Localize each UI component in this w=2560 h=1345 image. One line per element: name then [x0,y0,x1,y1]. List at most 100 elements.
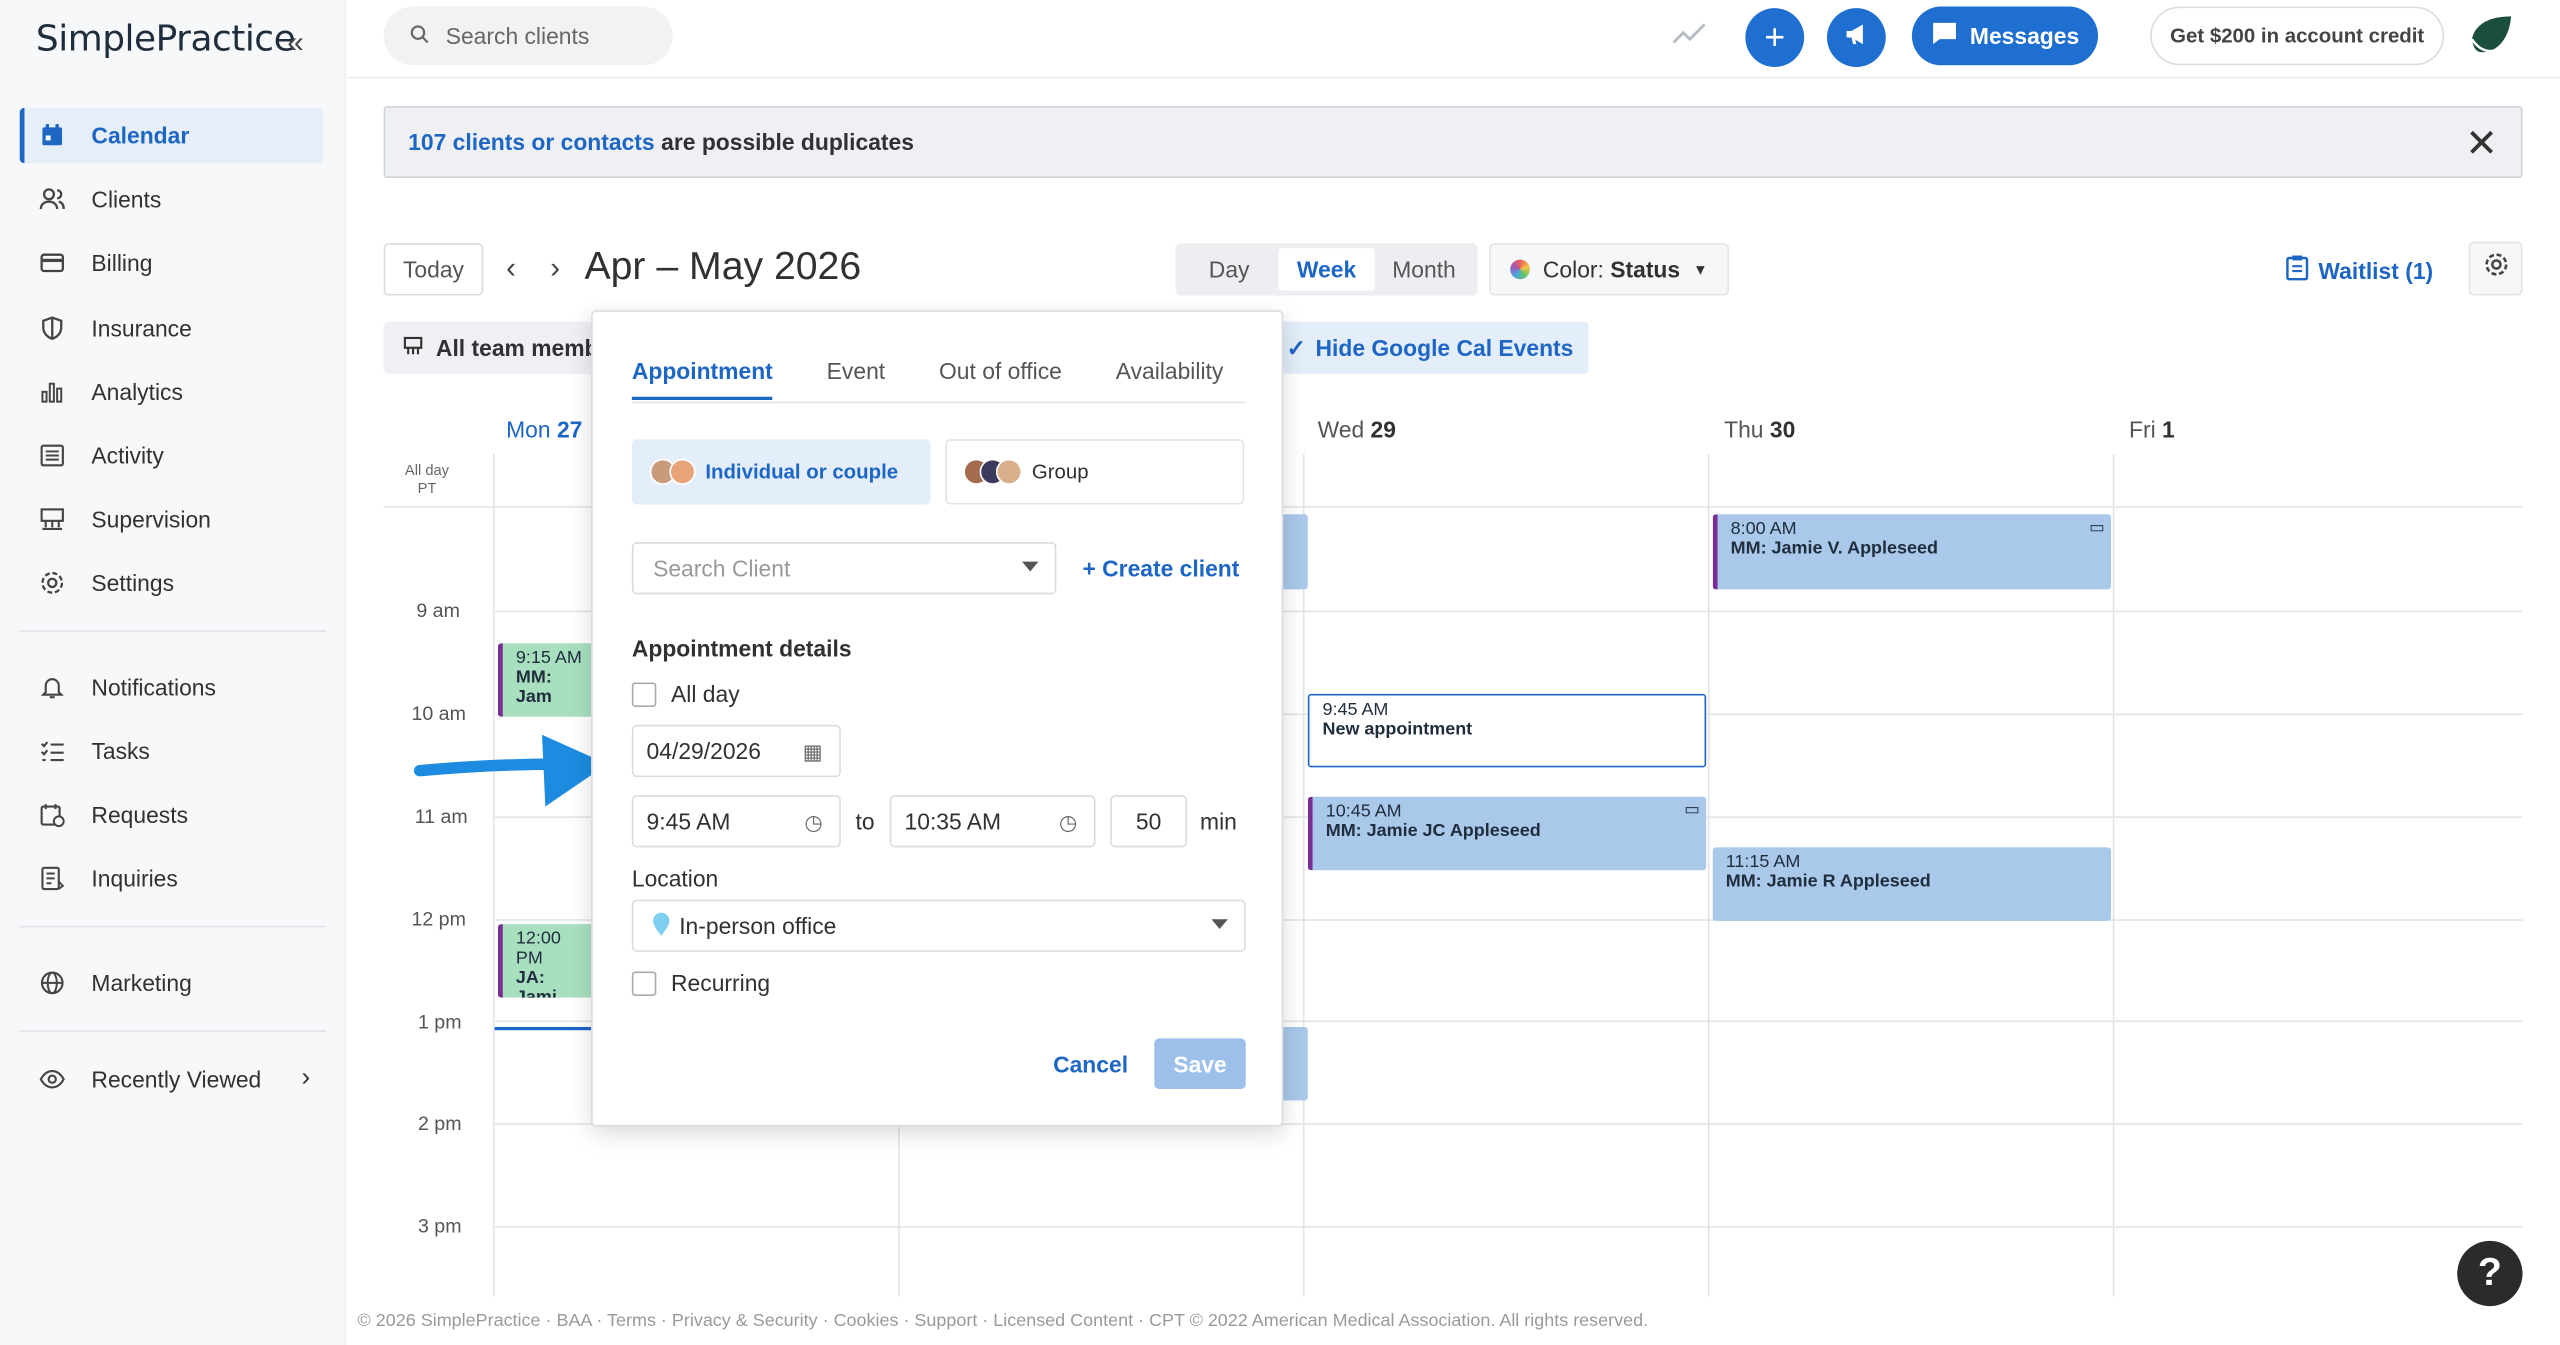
sidebar-item-label: Requests [91,801,189,828]
sidebar-item-inquiries[interactable]: Inquiries [20,851,324,907]
eye-icon [36,1063,69,1096]
search-input[interactable]: Search clients [383,6,673,66]
close-icon[interactable]: ✕ [2465,121,2498,168]
view-month-button[interactable]: Month [1375,248,1472,290]
checklist-icon [36,735,69,768]
sidebar-item-recently-viewed[interactable]: Recently Viewed › [20,1051,324,1107]
day-header-thu[interactable]: Thu 30 [1724,416,1795,442]
appointment-event[interactable] [1281,514,1308,590]
duplicates-banner: 107 clients or contacts are possible dup… [383,106,2523,178]
bell-icon [36,671,69,704]
date-range-title: Apr – May 2026 [584,244,862,289]
day-name: Mon [506,416,551,443]
sidebar-item-insurance[interactable]: Insurance [20,300,324,356]
today-button[interactable]: Today [383,243,484,296]
chevron-left-icon[interactable]: ‹ [506,251,516,285]
sidebar-item-label: Inquiries [91,865,178,892]
search-client-select[interactable]: Search Client [631,542,1057,595]
help-button[interactable]: ? [2457,1240,2523,1307]
event-time: 9:15 AM [515,648,582,668]
sidebar-item-marketing[interactable]: Marketing [20,955,324,1011]
all-day-label: All day PT [404,462,450,497]
video-icon: ▭ [1684,801,1700,820]
popover-tabs: Appointment Event Out of office Availabi… [631,358,1224,401]
search-placeholder: Search clients [445,22,590,49]
sidebar-item-notifications[interactable]: Notifications [20,660,324,716]
top-bar: Search clients + Messages Get $200 in ac… [346,0,2560,79]
sidebar-item-supervision[interactable]: Supervision [20,491,324,547]
recurring-checkbox[interactable] [631,971,657,996]
date-field[interactable]: 04/29/2026 ▦ [631,724,841,778]
appointment-event[interactable]: 8:00 AM MM: Jamie V. Appleseed ▭ [1712,514,2112,590]
sidebar-item-calendar[interactable]: Calendar [19,107,324,164]
duration-field[interactable]: 50 [1110,795,1187,848]
duration-unit: min [1200,808,1237,835]
color-wheel-icon [1510,259,1530,280]
add-button[interactable]: + [1745,8,1805,67]
collapse-sidebar-icon[interactable]: « [287,26,303,60]
date-value: 04/29/2026 [646,737,761,765]
grid-line [2112,453,2115,1297]
caret-down-icon [1211,919,1228,930]
messages-button[interactable]: Messages [1911,6,2099,66]
calendar-settings-button[interactable] [2468,241,2523,296]
sidebar-item-activity[interactable]: Activity [20,428,324,484]
duplicates-link[interactable]: 107 clients or contacts [408,129,654,155]
sidebar-item-tasks[interactable]: Tasks [20,723,324,779]
appointment-event[interactable]: 10:45 AM MM: Jamie JC Appleseed ▭ [1307,796,1707,871]
cancel-button[interactable]: Cancel [1053,1051,1128,1077]
trend-icon[interactable] [1672,18,1708,52]
sidebar-item-analytics[interactable]: Analytics [20,364,324,420]
event-title: MM: Jamie R Appleseed [1725,871,1931,892]
day-header-wed[interactable]: Wed 29 [1318,416,1396,442]
app-logo[interactable]: SimplePractice [36,20,296,61]
color-label: Color: [1542,256,1604,283]
user-avatar-leaf-icon[interactable] [2465,10,2517,62]
sidebar-item-settings[interactable]: Settings [20,555,324,611]
sidebar-item-label: Activity [91,442,164,469]
clipboard-icon [2286,255,2309,286]
announcements-button[interactable] [1826,8,1886,67]
save-button[interactable]: Save [1154,1038,1246,1090]
tab-event[interactable]: Event [827,358,885,400]
group-button[interactable]: Group [945,439,1245,505]
calendar-plus-icon [36,798,69,831]
duration-value: 50 [1135,808,1162,835]
chevron-right-icon[interactable]: › [550,251,560,285]
end-time-field[interactable]: 10:35 AM ◷ [889,795,1096,848]
footer-text: © 2026 SimplePractice · BAA · Terms · Pr… [357,1311,1649,1331]
sidebar-item-clients[interactable]: Clients [20,171,324,227]
account-credit-button[interactable]: Get $200 in account credit [2150,6,2445,66]
hide-google-cal-toggle[interactable]: ✓ Hide Google Cal Events [1270,321,1589,374]
tab-out-of-office[interactable]: Out of office [939,358,1062,400]
new-appointment-event[interactable]: 9:45 AM New appointment [1307,693,1707,768]
appointment-event[interactable]: 12:00 PM JA: Jami [497,924,596,998]
hour-label: 9 am [416,599,460,623]
event-time: 11:15 AM [1725,852,1801,872]
appointment-event[interactable]: 9:15 AM MM: Jam [497,643,596,717]
view-week-button[interactable]: Week [1277,248,1376,291]
sidebar-item-requests[interactable]: Requests [20,787,324,843]
sidebar-item-billing[interactable]: Billing [20,235,324,291]
hour-label: 10 am [411,702,466,725]
appointment-event[interactable] [1281,1026,1308,1101]
appointment-event[interactable]: 11:15 AM MM: Jamie R Appleseed [1712,847,2112,921]
event-time: 10:45 AM [1325,801,1402,822]
day-number: 27 [556,416,583,443]
day-header-fri[interactable]: Fri 1 [2129,416,2175,442]
tab-availability[interactable]: Availability [1116,358,1224,400]
waitlist-button[interactable]: Waitlist (1) [2286,255,2433,286]
view-day-button[interactable]: Day [1180,248,1277,290]
tab-appointment[interactable]: Appointment [631,358,773,401]
check-icon: ✓ [1286,333,1306,361]
sidebar-item-label: Insurance [91,315,192,342]
team-filter-button[interactable]: All team members [383,321,596,374]
sidebar-divider [19,630,327,632]
create-client-link[interactable]: + Create client [1082,555,1239,581]
color-dropdown[interactable]: Color: Status ▼ [1489,243,1730,296]
location-select[interactable]: In-person office [631,899,1246,952]
start-time-field[interactable]: 9:45 AM ◷ [631,795,841,848]
individual-couple-button[interactable]: Individual or couple [631,439,931,505]
day-header-mon[interactable]: Mon 27 [506,416,582,442]
all-day-checkbox[interactable] [631,682,657,707]
